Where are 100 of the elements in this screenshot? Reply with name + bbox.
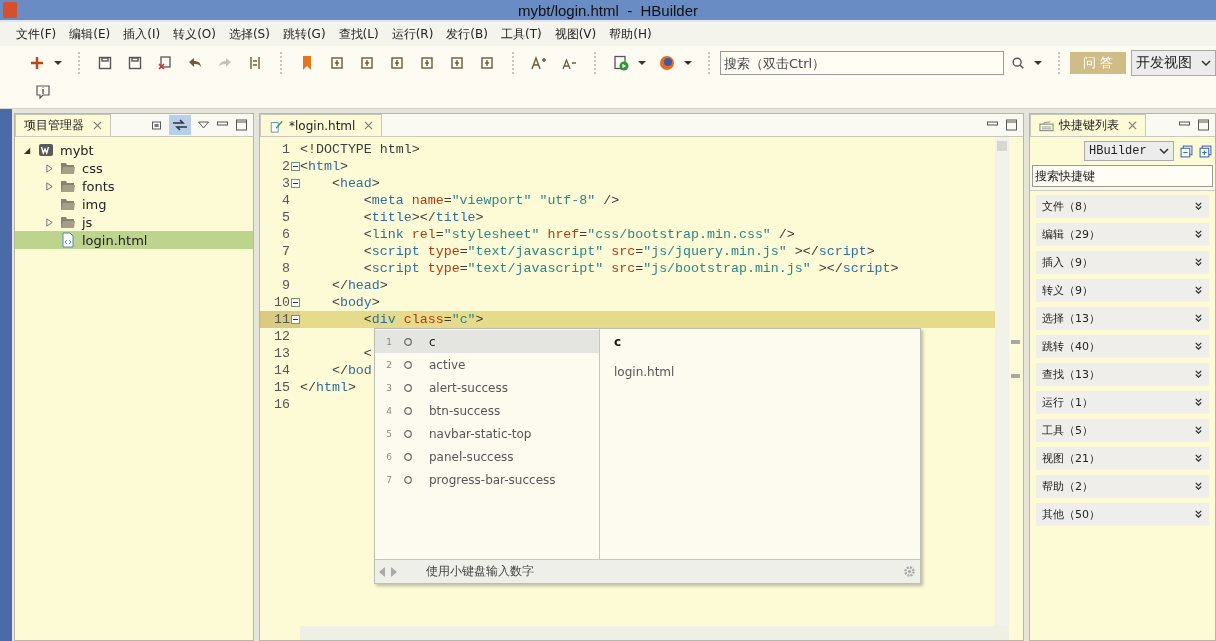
completion-item[interactable]: 7 progress-bar-success [375,468,599,491]
browser-icon[interactable] [659,55,675,71]
font-smaller-icon[interactable] [561,55,577,71]
menu-item[interactable]: 文件(F) [16,25,63,43]
double-chevron-icon[interactable] [1194,426,1203,435]
menu-item[interactable]: 发行(B) [446,25,494,43]
navigate-icon[interactable] [479,55,495,71]
close-icon[interactable] [1128,121,1137,130]
shortcut-category[interactable]: 其他（50） [1036,503,1209,526]
double-chevron-icon[interactable] [1194,454,1203,463]
collapsed-arrow-icon[interactable] [45,163,54,173]
close-file-icon[interactable] [157,55,173,71]
double-chevron-icon[interactable] [1194,258,1203,267]
tree-item[interactable]: css [15,159,253,177]
navigate-icon[interactable] [329,55,345,71]
collapsed-arrow-icon[interactable] [45,217,54,227]
horizontal-scrollbar[interactable] [300,626,1009,640]
tree-item[interactable]: login.html [15,231,253,249]
navigate-icon[interactable] [389,55,405,71]
search-field[interactable]: 搜索（双击Ctrl） [720,51,1004,75]
completion-item[interactable]: 3 alert-success [375,376,599,399]
perspective-dropdown[interactable]: 开发视图 [1131,50,1216,76]
close-icon[interactable] [364,121,374,130]
caret-icon[interactable] [54,59,62,67]
tree-item[interactable]: js [15,213,253,231]
menu-item[interactable]: 视图(V) [554,25,603,43]
overview-marker[interactable] [1011,340,1020,344]
panel-tab[interactable]: 项目管理器 [15,114,111,136]
tree-item[interactable]: img [15,195,253,213]
shortcut-category[interactable]: 跳转（40） [1036,335,1209,358]
editor-tab[interactable]: *login.html [260,114,383,136]
navigate-icon[interactable] [359,55,375,71]
overview-marker[interactable] [1011,374,1020,378]
maximize-icon[interactable] [1005,119,1018,131]
double-chevron-icon[interactable] [1194,482,1203,491]
completion-item[interactable]: 2 active [375,353,599,376]
caret-icon[interactable] [1034,59,1042,67]
code-text: </bod [330,363,372,378]
expanded-arrow-icon[interactable] [23,145,32,155]
shortcut-search-field[interactable]: 搜索快捷键 [1032,165,1213,187]
double-chevron-icon[interactable] [1194,286,1203,295]
completion-item[interactable]: 6 panel-success [375,445,599,468]
double-chevron-icon[interactable] [1194,510,1203,519]
search-icon[interactable] [1011,56,1025,70]
chevron-down-icon[interactable] [1201,59,1211,67]
collapsed-arrow-icon[interactable] [45,181,54,191]
completion-item[interactable]: 1 c [375,330,599,353]
run-icon[interactable] [613,55,629,71]
menu-item[interactable]: 编辑(E) [69,25,117,43]
shortcut-category[interactable]: 查找（13） [1036,363,1209,386]
shortcut-category[interactable]: 工具（5） [1036,419,1209,442]
shortcut-category[interactable]: 视图（21） [1036,447,1209,470]
collapse-all-icon[interactable] [150,119,163,131]
menu-item[interactable]: 选择(S) [228,25,276,43]
shortcut-category[interactable]: 插入（9） [1036,251,1209,274]
navigate-icon[interactable] [449,55,465,71]
double-chevron-icon[interactable] [1194,370,1203,379]
double-chevron-icon[interactable] [1194,398,1203,407]
tree-item[interactable]: fonts [15,177,253,195]
completion-item[interactable]: 4 btn-success [375,399,599,422]
vertical-scrollbar[interactable] [995,137,1009,626]
navigate-icon[interactable] [419,55,435,71]
scheme-dropdown[interactable]: HBuilder [1084,141,1174,161]
double-chevron-icon[interactable] [1194,202,1203,211]
format-icon[interactable] [247,55,263,71]
completion-item[interactable]: 5 navbar-static-top [375,422,599,445]
caret-icon[interactable] [684,59,692,67]
maximize-icon[interactable] [1197,119,1210,131]
collapse-all-icon[interactable] [1180,144,1193,158]
shortcut-category[interactable]: 运行（1） [1036,391,1209,414]
menu-item[interactable]: 帮助(H) [609,25,658,43]
shortcut-category[interactable]: 选择（13） [1036,307,1209,330]
double-chevron-icon[interactable] [1194,230,1203,239]
shortcut-category[interactable]: 文件（8） [1036,195,1209,218]
menu-item[interactable]: 运行(R) [391,25,440,43]
tree-item[interactable]: mybt [15,141,253,159]
info-icon[interactable] [35,84,51,100]
add-icon[interactable] [29,55,45,71]
save-icon[interactable] [127,55,143,71]
code-text: <script type="text/javascript" src="js/jquery.min.js" ></script> [362,244,875,259]
shortcut-category[interactable]: 帮助（2） [1036,475,1209,498]
chevron-down-icon[interactable] [1159,147,1169,155]
double-chevron-icon[interactable] [1194,342,1203,351]
font-larger-icon[interactable] [531,55,547,71]
caret-icon[interactable] [638,59,646,67]
link-editor-icon[interactable] [169,115,191,135]
menu-item[interactable]: 工具(T) [500,25,548,43]
save-icon[interactable] [97,55,113,71]
close-icon[interactable] [93,121,102,130]
menu-item[interactable]: 查找(L) [338,25,385,43]
menu-item[interactable]: 跳转(G) [282,25,332,43]
double-chevron-icon[interactable] [1194,314,1203,323]
panel-tab[interactable]: 快捷键列表 [1030,114,1146,136]
expand-all-icon[interactable] [1199,144,1212,158]
shortcut-category[interactable]: 转义（9） [1036,279,1209,302]
menu-item[interactable]: 转义(O) [173,25,222,43]
menu-item[interactable]: 插入(I) [123,25,167,43]
maximize-icon[interactable] [235,119,248,131]
shortcut-category[interactable]: 编辑（29） [1036,223,1209,246]
view-menu-icon[interactable] [197,119,210,131]
